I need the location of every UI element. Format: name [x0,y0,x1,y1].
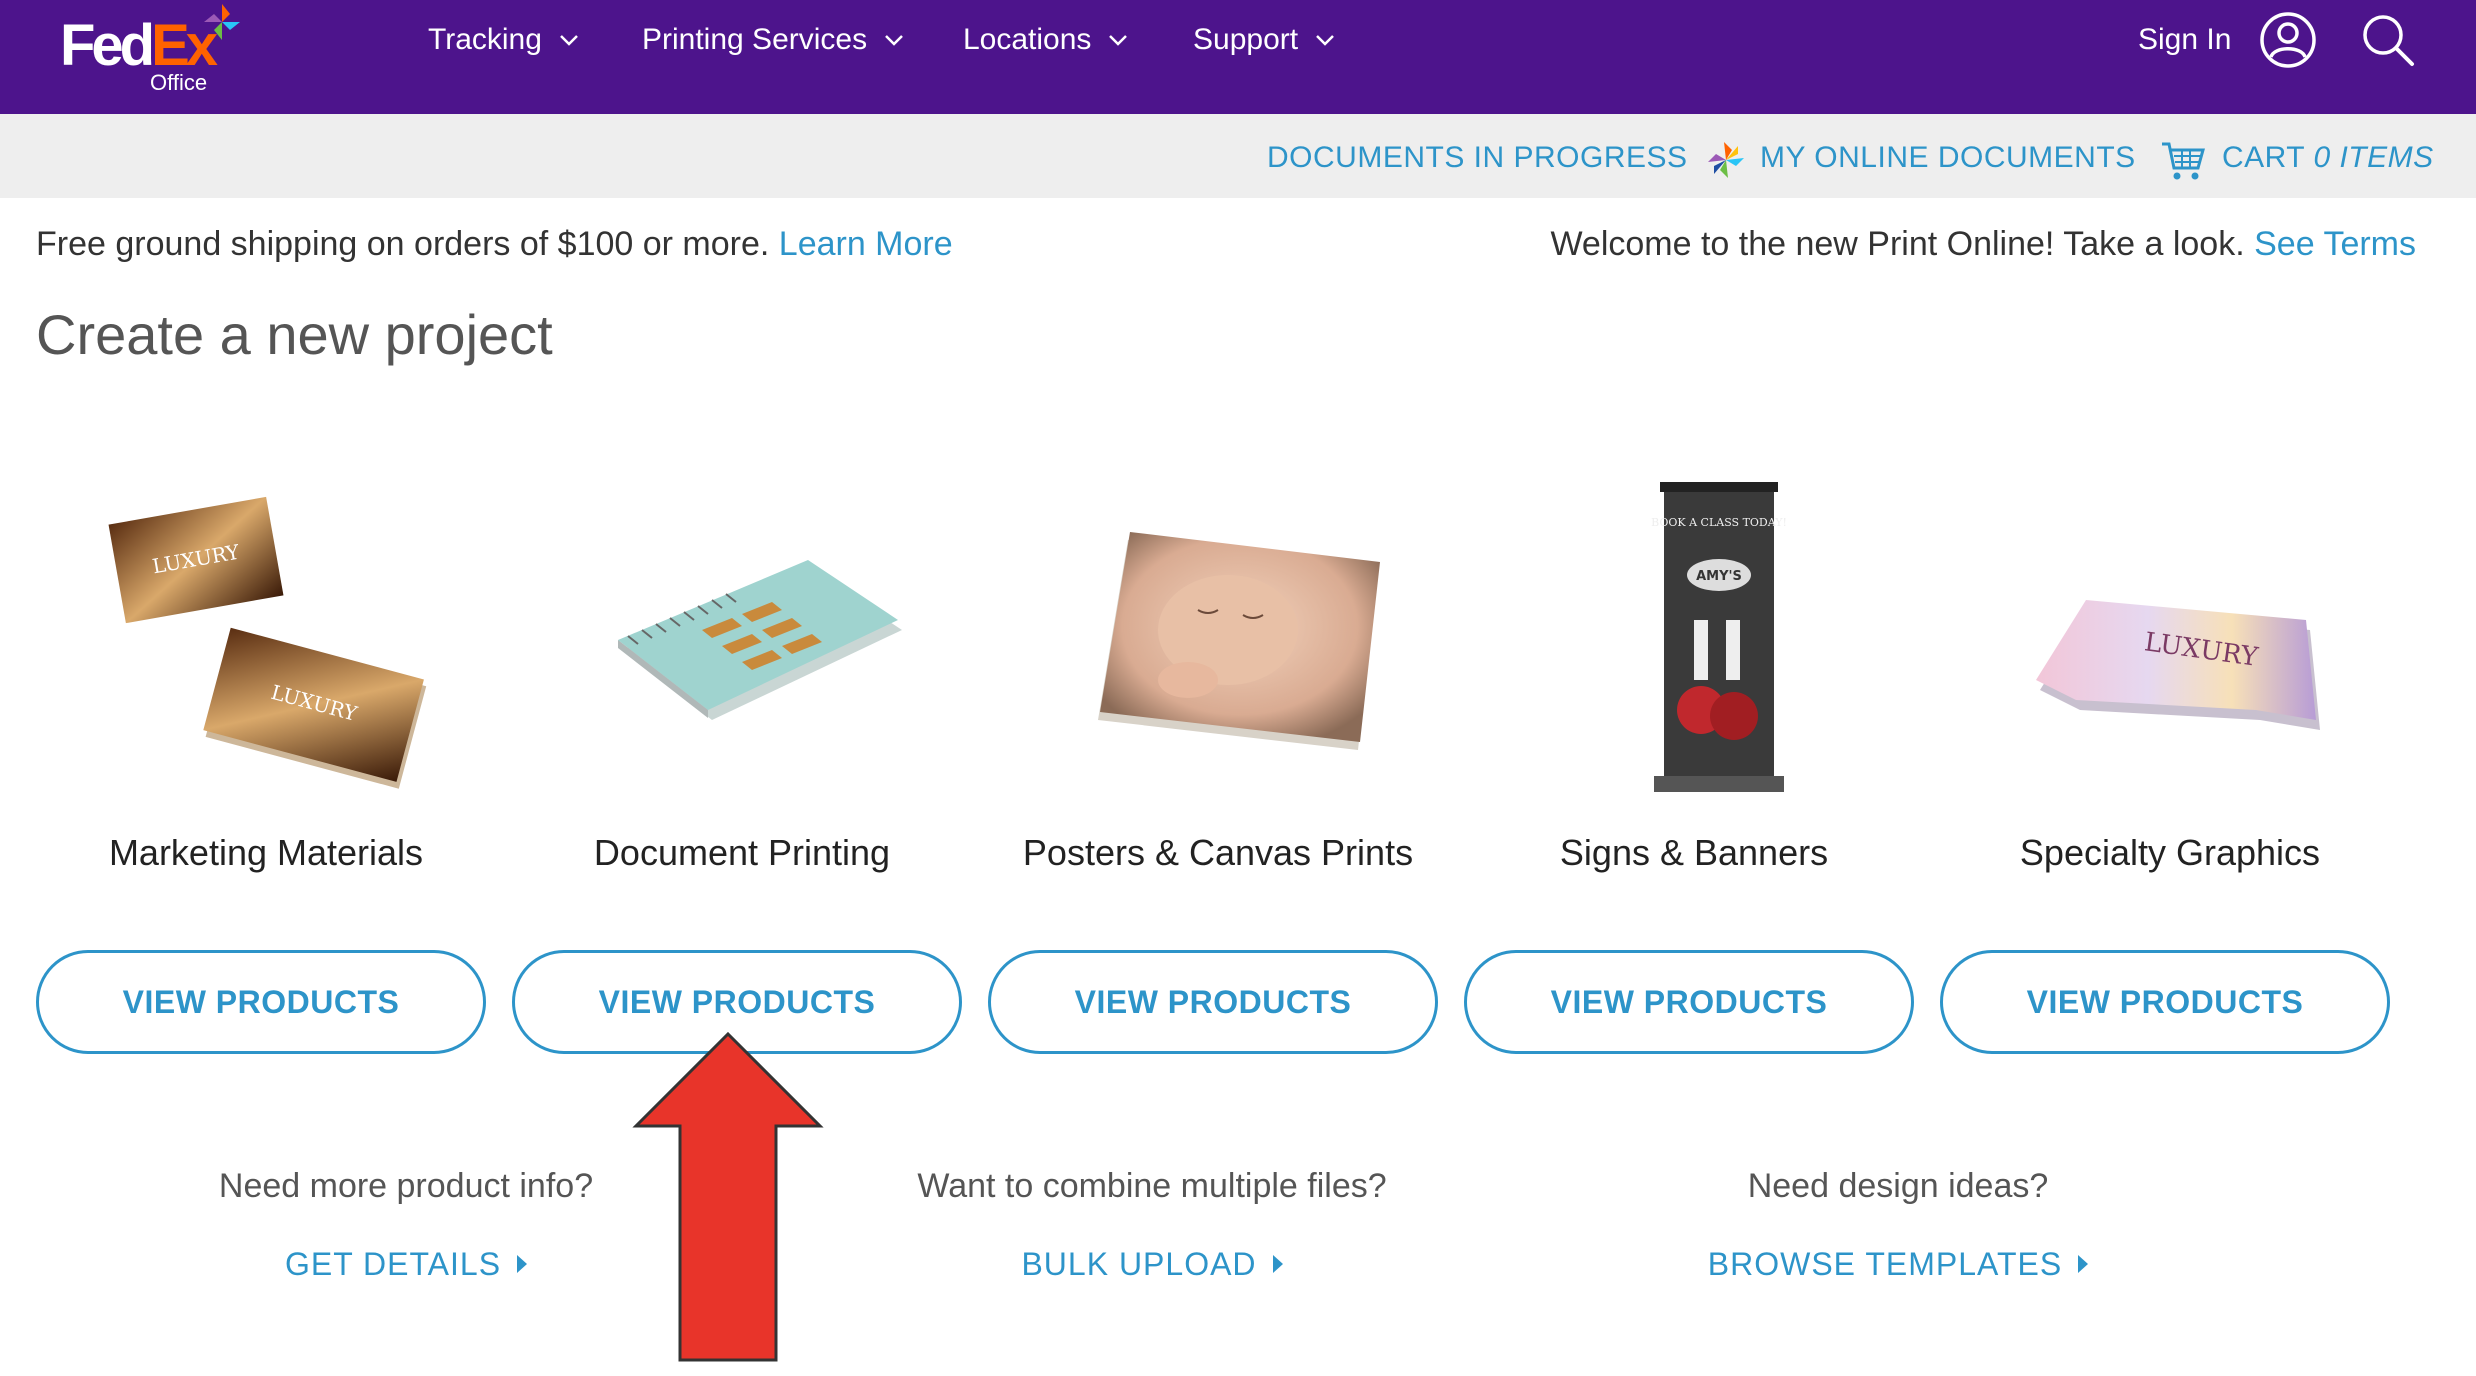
category-label: Document Printing [593,832,891,873]
logo-office-text: Office [150,70,208,95]
caret-right-icon [2078,1255,2089,1273]
shipping-promo-text: Free ground shipping on orders of $100 o… [36,225,770,263]
get-details-label: GET DETAILS [284,1245,502,1282]
svg-text:AMY'S: AMY'S [1696,569,1742,584]
nav-printing-services[interactable]: Printing Services [642,20,905,60]
specialty-graphics-image: LUXURY [2036,600,2320,730]
browse-templates-label: BROWSE TEMPLATES [1707,1245,2063,1282]
view-products-button[interactable]: VIEW PRODUCTS [1464,950,1914,1054]
view-products-button[interactable]: VIEW PRODUCTS [36,950,486,1054]
nav-support[interactable]: Support [1193,20,1336,60]
my-online-documents-link[interactable]: MY ONLINE DOCUMENTS [1760,138,2136,178]
cart-icon[interactable] [2160,138,2206,182]
category-card-marketing-materials: LUXURY LUXURY Marketing Materials VIEW P… [36,470,496,1070]
chevron-down-icon [885,35,903,46]
secondary-toolbar: DOCUMENTS IN PROGRESS MY ONLINE DOCUMENT… [0,114,2476,198]
view-products-button[interactable]: VIEW PRODUCTS [988,950,1438,1054]
posters-canvas-image [1098,532,1380,750]
category-card-specialty-graphics: LUXURY Specialty Graphics VIEW PRODUCTS [1940,470,2400,1070]
cart-link[interactable]: CART 0 ITEMS [2222,138,2434,178]
chevron-down-icon [1109,35,1128,46]
search-icon[interactable] [2360,12,2416,68]
help-question: Need more product info? [218,1167,594,1205]
category-card-signs-banners: BOOK A CLASS TODAY! AMY'S Signs & Banner… [1464,470,1924,1070]
view-products-button[interactable]: VIEW PRODUCTS [1940,950,2390,1054]
pinwheel-icon [1708,142,1744,178]
shipping-promo: Free ground shipping on orders of $100 o… [36,222,953,266]
caret-right-icon [1272,1255,1283,1273]
see-terms-link[interactable]: See Terms [2254,225,2416,263]
user-icon[interactable] [2258,10,2318,70]
get-details-link[interactable]: GET DETAILS [284,1242,528,1286]
nav-tracking[interactable]: Tracking [428,20,580,60]
nav-locations[interactable]: Locations [963,20,1129,60]
category-card-posters-canvas: Posters & Canvas Prints VIEW PRODUCTS [988,470,1448,1070]
browse-templates-link[interactable]: BROWSE TEMPLATES [1707,1242,2089,1286]
chevron-down-icon [1316,35,1334,46]
category-label: Signs & Banners [1559,832,1829,873]
help-question: Need design ideas? [1747,1167,2049,1205]
marketing-materials-image: LUXURY LUXURY [108,496,427,789]
nav-support-label: Support [1193,23,1299,56]
documents-in-progress-link[interactable]: DOCUMENTS IN PROGRESS [1267,138,1688,178]
help-product-info: Need more product info? GET DETAILS [96,1164,716,1286]
logo-wordmark: FedEx [60,13,218,78]
nav-printing-services-label: Printing Services [642,23,868,56]
caret-right-icon [517,1255,528,1273]
help-question: Want to combine multiple files? [917,1167,1387,1205]
signs-banners-image: BOOK A CLASS TODAY! AMY'S [1651,482,1787,792]
cart-label: CART [2222,141,2305,174]
category-label: Posters & Canvas Prints [1022,832,1414,873]
nav-tracking-label: Tracking [428,23,542,56]
cart-count: 0 ITEMS [2313,141,2434,174]
welcome-message: Welcome to the new Print Online! Take a … [1550,222,2416,266]
top-navigation-bar: FedEx Office Tracking Printing Services … [0,0,2476,114]
page-title: Create a new project [36,303,553,366]
category-label: Marketing Materials [108,832,424,873]
svg-text:BOOK A CLASS TODAY!: BOOK A CLASS TODAY! [1651,516,1787,529]
chevron-down-icon [560,35,578,46]
learn-more-link[interactable]: Learn More [779,225,953,263]
welcome-text: Welcome to the new Print Online! Take a … [1550,225,2245,263]
nav-locations-label: Locations [963,23,1092,56]
fedex-office-logo[interactable]: FedEx Office [60,4,260,98]
category-card-document-printing: Document Printing VIEW PRODUCTS [512,470,972,1070]
annotation-arrow-up-icon [632,1031,824,1362]
category-label: Specialty Graphics [2019,832,2321,873]
help-combine-files: Want to combine multiple files? BULK UPL… [842,1164,1462,1286]
bulk-upload-label: BULK UPLOAD [1021,1245,1257,1282]
logo-pinwheel-icon [204,4,240,40]
sign-in-link[interactable]: Sign In [2138,20,2231,60]
bulk-upload-link[interactable]: BULK UPLOAD [1021,1242,1283,1286]
document-printing-image [618,560,902,720]
help-design-ideas: Need design ideas? BROWSE TEMPLATES [1588,1164,2208,1286]
